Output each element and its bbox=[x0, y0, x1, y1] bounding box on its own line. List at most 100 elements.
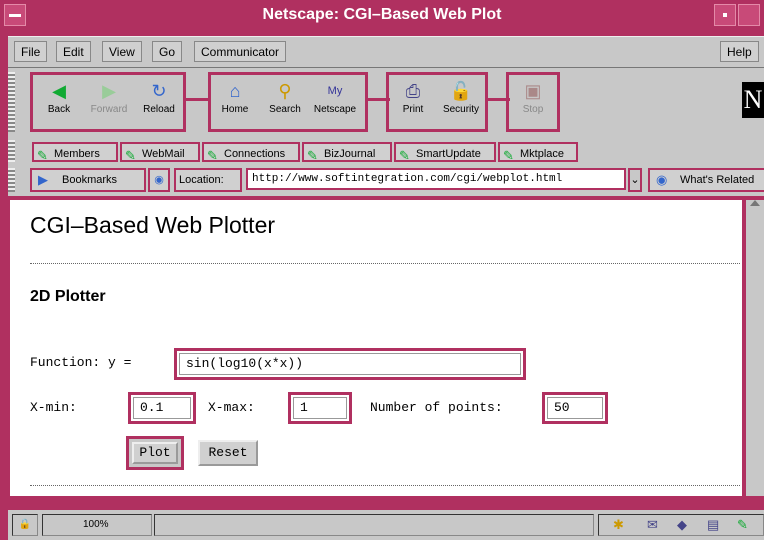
pencil-icon: ✎ bbox=[399, 148, 410, 163]
personal-item-connections[interactable]: ✎ Connections bbox=[202, 142, 300, 163]
url-field[interactable]: http://www.softintegration.com/cgi/webpl… bbox=[246, 168, 626, 190]
function-label: Function: y = bbox=[30, 355, 132, 370]
lock-icon: 🔓 bbox=[449, 81, 473, 101]
personal-item-bizjournal[interactable]: ✎ BizJournal bbox=[302, 142, 392, 163]
npoints-label: Number of points: bbox=[370, 400, 503, 415]
menu-view[interactable]: View bbox=[102, 41, 142, 62]
toolbar-area: ◀ Back ▶ Forward ↻ Reload ⌂ Home ⚲ Search My N… bbox=[8, 68, 764, 196]
url-dropdown-button[interactable]: ⌄ bbox=[628, 168, 642, 192]
stop-button[interactable]: ▣ Stop bbox=[510, 76, 556, 128]
section-title: 2D Plotter bbox=[30, 288, 106, 305]
xmax-input-wrapper: 1 bbox=[288, 392, 352, 424]
netscape-label: Netscape bbox=[313, 104, 357, 115]
menu-edit[interactable]: Edit bbox=[56, 41, 91, 62]
bookmarks-button[interactable]: ▶ Bookmarks bbox=[30, 168, 146, 192]
forward-arrow-icon: ▶ bbox=[102, 81, 116, 101]
mail-icon[interactable]: ✉ bbox=[647, 515, 658, 535]
personal-item-smartupdate[interactable]: ✎ SmartUpdate bbox=[394, 142, 496, 163]
page-proxy-icon[interactable]: ◉ bbox=[148, 168, 170, 192]
print-label: Print bbox=[402, 104, 424, 115]
npoints-input-wrapper: 50 bbox=[542, 392, 608, 424]
personal-item-label: WebMail bbox=[142, 148, 185, 160]
print-icon: ⎙ bbox=[405, 81, 421, 101]
horizontal-rule bbox=[30, 485, 740, 486]
back-arrow-icon: ◀ bbox=[52, 81, 66, 101]
status-bar: 🔒 100% ✱ ✉ ◆ ▤ ✎ bbox=[8, 510, 764, 540]
whats-related-label: What's Related bbox=[680, 174, 755, 186]
window-title: Netscape: CGI–Based Web Plot bbox=[262, 6, 502, 23]
reload-button[interactable]: ↻ Reload bbox=[136, 76, 182, 128]
personal-item-mktplace[interactable]: ✎ Mktplace bbox=[498, 142, 578, 163]
personal-item-members[interactable]: ✎ Members bbox=[32, 142, 118, 163]
netscape-button[interactable]: My Netscape bbox=[312, 76, 358, 128]
print-button[interactable]: ⎙ Print bbox=[390, 76, 436, 128]
personal-item-label: Mktplace bbox=[520, 148, 565, 160]
menu-communicator[interactable]: Communicator bbox=[194, 41, 287, 62]
reload-label: Reload bbox=[143, 104, 175, 115]
minimize-button[interactable] bbox=[714, 4, 736, 26]
personal-item-label: Connections bbox=[224, 148, 286, 160]
search-icon: ⚲ bbox=[278, 81, 292, 101]
progress-zoom: 100% bbox=[42, 514, 152, 536]
function-input[interactable]: sin(log10(x*x)) bbox=[179, 353, 521, 375]
scroll-up-icon[interactable] bbox=[750, 200, 760, 206]
plot-button-wrapper: Plot bbox=[126, 436, 184, 470]
discussion-icon[interactable]: ◆ bbox=[677, 515, 687, 535]
back-label: Back bbox=[47, 104, 71, 115]
page-content: CGI–Based Web Plotter 2D Plotter Functio… bbox=[10, 200, 742, 496]
menu-bar: File Edit View Go Communicator Help bbox=[8, 36, 764, 68]
horizontal-rule bbox=[30, 263, 740, 264]
pencil-icon: ✎ bbox=[125, 148, 136, 163]
page-title: CGI–Based Web Plotter bbox=[30, 212, 276, 238]
bookmarks-icon: ▶ bbox=[38, 172, 48, 187]
menu-file[interactable]: File bbox=[14, 41, 48, 62]
pencil-icon: ✎ bbox=[503, 148, 514, 163]
xmin-input[interactable]: 0.1 bbox=[133, 397, 191, 419]
npoints-input[interactable]: 50 bbox=[547, 397, 603, 419]
reload-icon: ↻ bbox=[151, 81, 167, 101]
security-status[interactable]: 🔒 bbox=[12, 514, 38, 536]
component-bar: ✱ ✉ ◆ ▤ ✎ bbox=[598, 514, 764, 536]
security-button[interactable]: 🔓 Security bbox=[438, 76, 484, 128]
home-icon: ⌂ bbox=[229, 81, 241, 101]
edit-icon[interactable]: ✎ bbox=[737, 515, 748, 535]
search-button[interactable]: ⚲ Search bbox=[262, 76, 308, 128]
status-message bbox=[154, 514, 594, 536]
navigator-icon[interactable]: ✱ bbox=[613, 515, 624, 535]
xmax-input[interactable]: 1 bbox=[293, 397, 347, 419]
bookmarks-label: Bookmarks bbox=[62, 174, 118, 186]
whats-related-button[interactable]: ◉ What's Related bbox=[648, 168, 764, 192]
menu-go[interactable]: Go bbox=[152, 41, 183, 62]
chevron-down-icon: ⌄ bbox=[630, 174, 640, 186]
security-label: Security bbox=[442, 104, 480, 115]
title-bar[interactable]: Netscape: CGI–Based Web Plot bbox=[0, 0, 764, 30]
composer-icon[interactable]: ▤ bbox=[707, 515, 719, 535]
function-input-wrapper: sin(log10(x*x)) bbox=[174, 348, 526, 380]
personal-item-label: BizJournal bbox=[324, 148, 376, 160]
xmax-label: X-max: bbox=[208, 400, 255, 415]
back-button[interactable]: ◀ Back bbox=[36, 76, 82, 128]
reset-button[interactable]: Reset bbox=[198, 440, 258, 466]
netscape-icon: My bbox=[327, 85, 343, 97]
toolbar-connector bbox=[186, 98, 208, 101]
personal-item-label: SmartUpdate bbox=[416, 148, 481, 160]
vertical-scrollbar[interactable] bbox=[746, 200, 764, 496]
menu-help[interactable]: Help bbox=[720, 41, 759, 62]
location-label: Location: bbox=[174, 168, 242, 192]
toolbar-grip[interactable] bbox=[8, 72, 15, 132]
netscape-logo[interactable]: N bbox=[742, 82, 764, 118]
forward-button[interactable]: ▶ Forward bbox=[86, 76, 132, 128]
location-toolbar-grip[interactable] bbox=[8, 168, 15, 192]
xmin-label: X-min: bbox=[30, 400, 77, 415]
lock-icon: 🔒 bbox=[18, 519, 32, 530]
home-label: Home bbox=[221, 104, 249, 115]
stop-icon: ▣ bbox=[524, 81, 542, 101]
pencil-icon: ✎ bbox=[307, 148, 318, 163]
personal-toolbar-grip[interactable] bbox=[8, 140, 15, 162]
stop-label: Stop bbox=[522, 104, 544, 115]
personal-item-webmail[interactable]: ✎ WebMail bbox=[120, 142, 200, 163]
maximize-button[interactable] bbox=[738, 4, 760, 26]
home-button[interactable]: ⌂ Home bbox=[212, 76, 258, 128]
plot-button[interactable]: Plot bbox=[132, 442, 178, 464]
search-label: Search bbox=[269, 104, 301, 115]
